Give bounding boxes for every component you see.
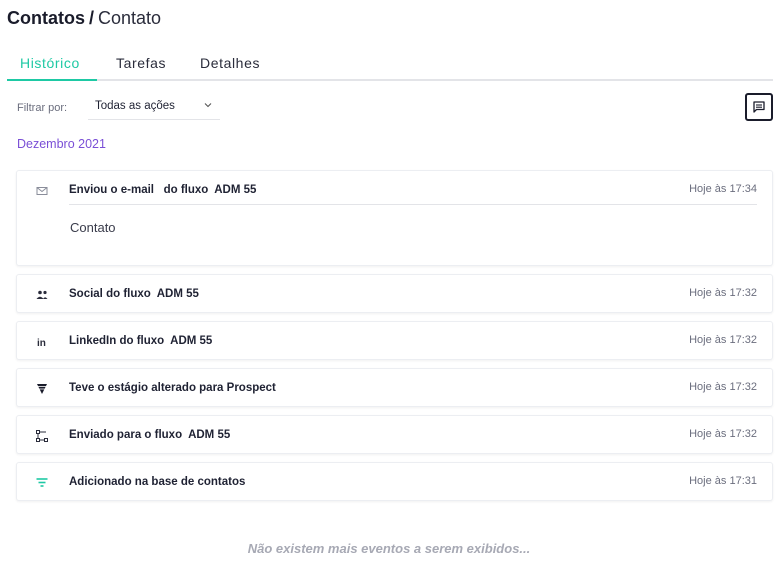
event-time: Hoje às 17:31	[689, 475, 757, 487]
funnel-icon	[37, 384, 47, 394]
event-title: Social do fluxo ADM 55	[69, 288, 199, 300]
event-card[interactable]: Social do fluxo ADM 55 Hoje às 17:32	[16, 274, 773, 313]
contact-base-icon	[36, 478, 48, 487]
end-of-list-message: Não existem mais eventos a serem exibido…	[247, 541, 531, 556]
linkedin-icon: in	[37, 338, 46, 349]
event-time: Hoje às 17:32	[689, 287, 757, 299]
flow-icon	[36, 430, 48, 442]
email-icon	[36, 187, 48, 195]
breadcrumb-current: Contato	[98, 8, 162, 28]
event-card[interactable]: Adicionado na base de contatos Hoje às 1…	[16, 462, 773, 501]
event-time: Hoje às 17:32	[689, 428, 757, 440]
breadcrumb: Contatos / Contato	[7, 7, 161, 29]
svg-text:in: in	[37, 338, 46, 349]
event-card[interactable]: in LinkedIn do fluxo ADM 55 Hoje às 17:3…	[16, 321, 773, 360]
message-icon	[753, 101, 765, 113]
event-time: Hoje às 17:34	[689, 183, 757, 195]
filter-select-value: Todas as ações	[95, 100, 175, 112]
tab-bar: Histórico Tarefas Detalhes	[7, 52, 773, 81]
tab-detalhes[interactable]: Detalhes	[200, 52, 260, 81]
event-divider	[69, 204, 757, 205]
chevron-down-icon	[204, 103, 212, 108]
social-icon	[36, 290, 48, 299]
event-title: Teve o estágio alterado para Prospect	[69, 382, 276, 394]
event-card[interactable]: Enviou o e-mail do fluxo ADM 55 Hoje às …	[16, 170, 773, 266]
event-title: Enviou o e-mail do fluxo ADM 55	[69, 184, 257, 196]
event-time: Hoje às 17:32	[689, 381, 757, 393]
event-body: Contato	[70, 220, 116, 235]
notes-button[interactable]	[745, 93, 773, 121]
event-card[interactable]: Teve o estágio alterado para Prospect Ho…	[16, 368, 773, 407]
event-title: Enviado para o fluxo ADM 55	[69, 429, 231, 441]
month-header: Dezembro 2021	[17, 137, 106, 151]
tab-historico[interactable]: Histórico	[7, 52, 97, 81]
event-title: LinkedIn do fluxo ADM 55	[69, 335, 213, 347]
breadcrumb-separator: /	[89, 8, 95, 28]
tab-tarefas[interactable]: Tarefas	[116, 52, 166, 81]
breadcrumb-root[interactable]: Contatos	[7, 8, 85, 28]
event-time: Hoje às 17:32	[689, 334, 757, 346]
filter-select[interactable]: Todas as ações	[88, 96, 220, 120]
event-card[interactable]: Enviado para o fluxo ADM 55 Hoje às 17:3…	[16, 415, 773, 454]
event-title: Adicionado na base de contatos	[69, 476, 246, 488]
filter-label: Filtrar por:	[17, 102, 68, 114]
